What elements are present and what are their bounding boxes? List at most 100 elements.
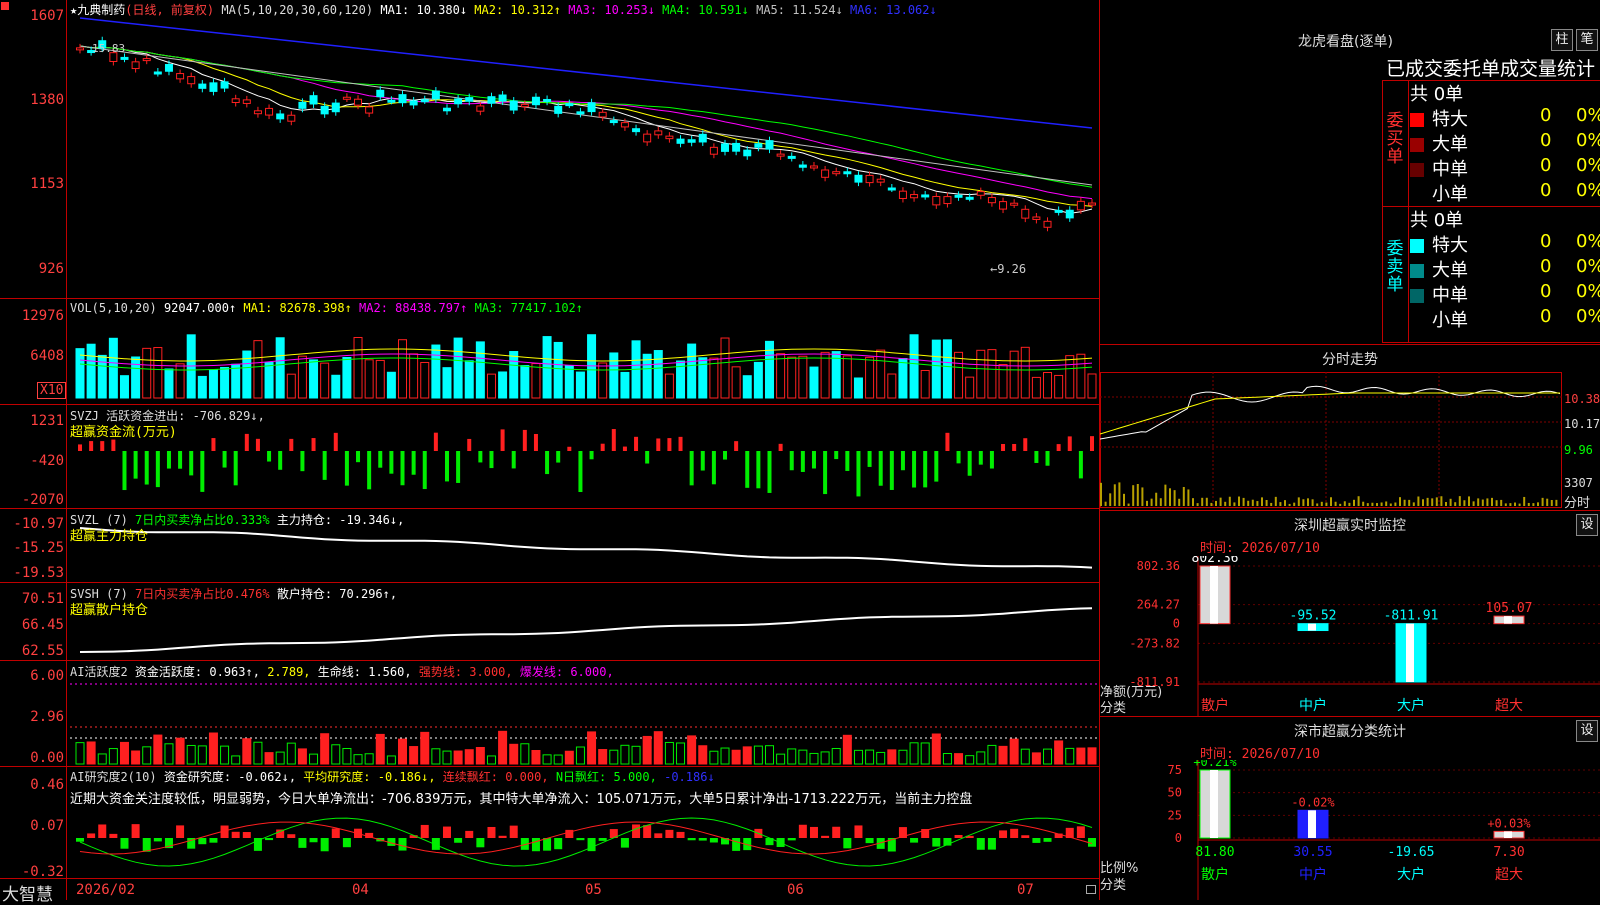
svzj-bar (422, 451, 427, 490)
intraday-volume-bar (1412, 502, 1415, 506)
stock-name[interactable]: 九典制药 (77, 3, 125, 17)
svzj-bar (545, 451, 550, 475)
order-row-label: 大单 (1432, 134, 1468, 155)
ai-research-bar (153, 838, 162, 842)
order-row-label: 小单 (1432, 184, 1468, 205)
volume-bar (1076, 353, 1086, 399)
kline-canvas[interactable] (0, 0, 1100, 900)
ai-active-v2: 2.789, (267, 665, 311, 679)
ai-active-bar (575, 746, 585, 765)
bar-mode-button[interactable]: 柱 (1551, 29, 1573, 51)
ai-research-bar (1043, 838, 1052, 842)
svzj-bar (1090, 436, 1094, 451)
svzj-bar (89, 441, 94, 451)
intraday-volume-bar (1495, 500, 1498, 506)
ai-active-bar (1087, 747, 1097, 765)
intraday-volume-bar (1468, 496, 1470, 506)
svzj-bar (111, 439, 116, 451)
volume-bar (742, 375, 752, 399)
ai-active-bar (242, 738, 252, 765)
candle-body (598, 111, 607, 118)
svzj-bar (923, 451, 928, 488)
volume-bar (264, 362, 274, 399)
ai-active-fund: 资金活跃度: 0.963↑, (134, 665, 260, 679)
ai-active-bar (1076, 747, 1086, 765)
sz-monitor-value-label: -95.52 (1290, 609, 1337, 624)
volume-bar (954, 351, 964, 399)
svzj-bar (800, 451, 805, 472)
ai-active-bar (297, 748, 307, 765)
ai-research-bar (209, 838, 218, 843)
intraday-volume-bar (1311, 499, 1314, 506)
volume-bar (1054, 374, 1064, 399)
volume-bar (386, 371, 396, 399)
period-label[interactable]: (日线, 前复权) (125, 3, 214, 17)
sz-monitor-category: 中户 (1299, 697, 1327, 714)
volume-bar (976, 349, 986, 399)
intraday-volume-bar (1224, 501, 1227, 506)
volume-bar (353, 336, 363, 399)
sz-monitor-settings-button[interactable]: 设 (1576, 514, 1598, 536)
ai-active-bar (475, 746, 485, 765)
order-row-pct: 0% (1576, 130, 1600, 151)
ma-line (79, 45, 1093, 207)
ai-research-bar (131, 824, 140, 838)
svsh-net-ratio: 7日内买卖净占比0.476% (135, 587, 270, 601)
sz-monitor-chart[interactable]: 802.36 264.27 0 -273.82 -811.91 802.36 散户 -95.5… (1100, 556, 1600, 716)
intraday-ylabel: 10.38 (1564, 392, 1600, 406)
svzj-bar (500, 429, 505, 451)
candle-body (153, 71, 162, 75)
intraday-mode-label[interactable]: 分时 (1564, 492, 1590, 511)
tick-mode-button[interactable]: 笔 (1576, 29, 1598, 51)
main-chart-area[interactable]: ★九典制药(日线, 前复权) MA(5,10,20,30,60,120) MA1… (0, 0, 1100, 905)
ai-active-bar (776, 753, 786, 765)
intraday-volume-bar (1100, 482, 1102, 506)
ai-research-bar (1010, 828, 1019, 838)
svzj-bar (756, 451, 761, 489)
color-swatch (1410, 188, 1424, 202)
ai-active-bar (954, 753, 964, 765)
ai-active-bar (431, 748, 441, 765)
intraday-volume-bar (1109, 493, 1112, 506)
brand-logo[interactable]: 大智慧 (2, 880, 53, 905)
svzj-bar (900, 451, 905, 471)
intraday-chart[interactable] (1100, 372, 1562, 508)
panel-separator (0, 582, 1100, 583)
volume-bar (564, 365, 574, 399)
intraday-volume-bar (1155, 492, 1158, 506)
order-row-label: 中单 (1432, 159, 1468, 180)
ai-research-bar (98, 824, 107, 838)
volume-bar (398, 339, 408, 399)
ai-active-bar (131, 750, 141, 765)
sz-monitor-bar-highlight (1308, 623, 1316, 631)
ai-active-burst: 爆发线: 6.000, (519, 665, 614, 679)
ai-active-bar (509, 743, 519, 765)
sz-class-tick: 0 (1175, 831, 1182, 845)
intraday-volume-bar (1537, 502, 1539, 506)
ai-active-bar (542, 754, 552, 765)
lock-icon[interactable] (1086, 885, 1096, 894)
ai-active-bar (398, 738, 408, 765)
svzj-bar (912, 451, 917, 488)
intraday-volume-bar (1123, 493, 1125, 506)
svzj-bar (689, 451, 694, 486)
volume-bar (431, 344, 441, 399)
intraday-volume-bar (1288, 503, 1291, 506)
ai-research-bar (987, 838, 996, 850)
ai-active-bar (153, 734, 163, 765)
svzj-bar (456, 451, 461, 483)
sz-class-chart[interactable]: 75 50 25 0 +0.21% 81.80 散户 -0.02% 30.55 中户 -19.65 大… (1100, 760, 1600, 900)
svzj-bar (556, 451, 561, 463)
intraday-volume-bar (1348, 502, 1351, 506)
svzj-subtitle: 超赢资金流(万元) (70, 425, 177, 440)
volume-bar (453, 337, 463, 399)
sz-class-bar-highlight (1308, 810, 1316, 838)
svzj-bar (1078, 451, 1083, 479)
svsh-ylabel: 62.55 (21, 643, 64, 659)
sz-class-settings-button[interactable]: 设 (1576, 720, 1598, 742)
svzj-bar (389, 451, 394, 474)
svzj-bar (233, 451, 238, 486)
candle-body (1065, 209, 1074, 219)
volume-bar (664, 373, 674, 399)
ai-active-bar (887, 749, 897, 765)
